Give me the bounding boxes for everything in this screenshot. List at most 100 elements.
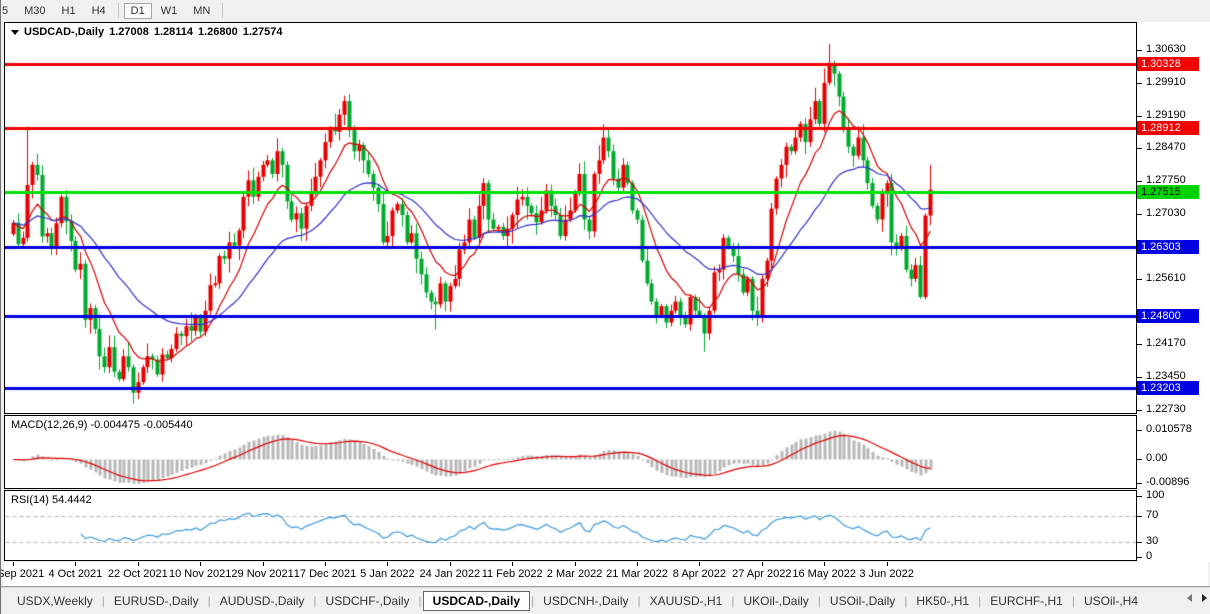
- date-tick: [75, 562, 76, 566]
- macd-tick-label: 0.00: [1146, 452, 1167, 464]
- tab-scroll-arrows: [1187, 594, 1207, 602]
- macd-tick-label: 0.010578: [1146, 423, 1192, 435]
- date-tick: [138, 562, 139, 566]
- price-tick: [1137, 279, 1142, 280]
- price-chart-panel: USDCAD-,Daily1.270081.281141.268001.2757…: [4, 22, 1137, 414]
- symbol-dropdown-icon[interactable]: [11, 30, 19, 35]
- macd-tick-label: -0.00896: [1146, 476, 1189, 488]
- date-label: 22 Oct 2021: [108, 568, 168, 580]
- date-label: 3 Jun 2022: [859, 568, 913, 580]
- price-tick: [1137, 377, 1142, 378]
- chart-tabs-bar: USDX,Weekly|EURUSD-,Daily|AUDUSD-,Daily|…: [1, 588, 1210, 614]
- date-tick: [575, 562, 576, 566]
- tabs-scroll-right-icon[interactable]: [1202, 594, 1207, 602]
- tab-usoil-daily[interactable]: USOil-,Daily: [822, 591, 903, 611]
- macd-tick: [1137, 430, 1142, 431]
- date-label: 4 Oct 2021: [48, 568, 102, 580]
- rsi-canvas[interactable]: [5, 491, 1136, 560]
- price-tick: [1137, 344, 1142, 345]
- price-tick: [1137, 214, 1142, 215]
- price-tick: [1137, 410, 1142, 411]
- timeframe-button-5[interactable]: 5: [0, 3, 15, 19]
- macd-name: MACD(12,26,9): [11, 419, 87, 431]
- date-label: 8 Apr 2022: [673, 568, 726, 580]
- date-label: 11 Feb 2022: [482, 568, 543, 580]
- price-level-badge-blue: 1.24800: [1137, 309, 1199, 323]
- price-tick-label: 1.22730: [1146, 403, 1186, 415]
- tab-usdchf-daily[interactable]: USDCHF-,Daily: [318, 591, 418, 611]
- date-tick: [637, 562, 638, 566]
- price-tick-label: 1.29190: [1146, 109, 1186, 121]
- rsi-tick: [1137, 557, 1142, 558]
- tab-usoil-h4[interactable]: USOil-,H4: [1076, 591, 1146, 611]
- price-tick-label: 1.29910: [1146, 76, 1186, 88]
- rsi-tick: [1137, 516, 1142, 517]
- price-tick: [1137, 50, 1142, 51]
- date-tick: [824, 562, 825, 566]
- price-tick: [1137, 181, 1142, 182]
- price-chart-canvas[interactable]: [5, 23, 1136, 413]
- price-tick-label: 1.23450: [1146, 370, 1186, 382]
- date-axis[interactable]: 15 Sep 20214 Oct 202122 Oct 202110 Nov 2…: [4, 562, 1208, 586]
- tab-hk50-h1[interactable]: HK50-,H1: [908, 591, 977, 611]
- rsi-tick: [1137, 496, 1142, 497]
- tab-separator: |: [531, 594, 534, 608]
- tab-separator: |: [638, 594, 641, 608]
- date-label: 2 Mar 2022: [547, 568, 603, 580]
- price-level-badge-green: 1.27515: [1137, 185, 1199, 199]
- rsi-tick-label: 100: [1146, 489, 1164, 501]
- chart-title: USDCAD-,Daily1.270081.281141.268001.2757…: [11, 26, 283, 38]
- date-tick: [263, 562, 264, 566]
- timeframe-button-d1[interactable]: D1: [124, 3, 152, 19]
- rsi-tick: [1137, 542, 1142, 543]
- macd-tick: [1137, 459, 1142, 460]
- tab-eurusd-daily[interactable]: EURUSD-,Daily: [106, 591, 207, 611]
- ohlc-high: 1.28114: [154, 26, 193, 38]
- rsi-indicator-panel: RSI(14) 54.4442: [4, 490, 1137, 561]
- price-tick: [1137, 148, 1142, 149]
- price-tick-label: 1.25610: [1146, 272, 1186, 284]
- date-label: 5 Jan 2022: [360, 568, 414, 580]
- date-tick: [13, 562, 14, 566]
- price-tick: [1137, 83, 1142, 84]
- timeframe-button-h1[interactable]: H1: [55, 3, 83, 19]
- date-label: 10 Nov 2021: [169, 568, 231, 580]
- timeframe-button-h4[interactable]: H4: [85, 3, 113, 19]
- ohlc-open: 1.27008: [109, 26, 149, 38]
- date-label: 17 Dec 2021: [294, 568, 356, 580]
- rsi-tick-label: 30: [1146, 535, 1158, 547]
- tab-xauusd-h1[interactable]: XAUUSD-,H1: [642, 591, 731, 611]
- tab-ukoil-daily[interactable]: UKOil-,Daily: [735, 591, 816, 611]
- tab-usdcnh-daily[interactable]: USDCNH-,Daily: [535, 591, 636, 611]
- price-level-badge-red: 1.30328: [1137, 57, 1199, 71]
- rsi-tick-label: 0: [1146, 550, 1152, 562]
- date-tick: [887, 562, 888, 566]
- macd-tick: [1137, 483, 1142, 484]
- toolbar-separator: [222, 3, 223, 18]
- rsi-name: RSI(14): [11, 494, 49, 506]
- timeframe-button-mn[interactable]: MN: [186, 3, 217, 19]
- price-level-badge-red: 1.28912: [1137, 121, 1199, 135]
- tab-usdcad-daily[interactable]: USDCAD-,Daily: [423, 591, 530, 611]
- trading-terminal-window: 5M30H1H4 D1W1MN USDCAD-,Daily 1.27008 1.281…: [0, 0, 1210, 614]
- timeframe-button-w1[interactable]: W1: [154, 3, 185, 19]
- ohlc-low: 1.26800: [198, 26, 238, 38]
- date-label: 24 Jan 2022: [420, 568, 481, 580]
- date-label: 16 May 2022: [792, 568, 856, 580]
- rsi-value: 54.4442: [52, 494, 92, 506]
- tab-audusd-daily[interactable]: AUDUSD-,Daily: [212, 591, 313, 611]
- rsi-label: RSI(14) 54.4442: [11, 494, 92, 506]
- ohlc-close: 1.27574: [243, 26, 283, 38]
- tab-usdx-weekly[interactable]: USDX,Weekly: [9, 591, 101, 611]
- macd-label: MACD(12,26,9) -0.004475 -0.005440: [11, 419, 193, 431]
- tabs-scroll-left-icon[interactable]: [1187, 594, 1192, 602]
- date-label: 21 Mar 2022: [606, 568, 668, 580]
- tab-eurchf-h1[interactable]: EURCHF-,H1: [982, 591, 1071, 611]
- date-tick: [512, 562, 513, 566]
- date-tick: [387, 562, 388, 566]
- price-axis[interactable]: 1.306301.299101.291901.284701.277501.270…: [1137, 22, 1210, 562]
- tab-separator: |: [102, 594, 105, 608]
- timeframe-button-m30[interactable]: M30: [17, 3, 52, 19]
- tab-separator: |: [731, 594, 734, 608]
- tab-separator: |: [419, 594, 422, 608]
